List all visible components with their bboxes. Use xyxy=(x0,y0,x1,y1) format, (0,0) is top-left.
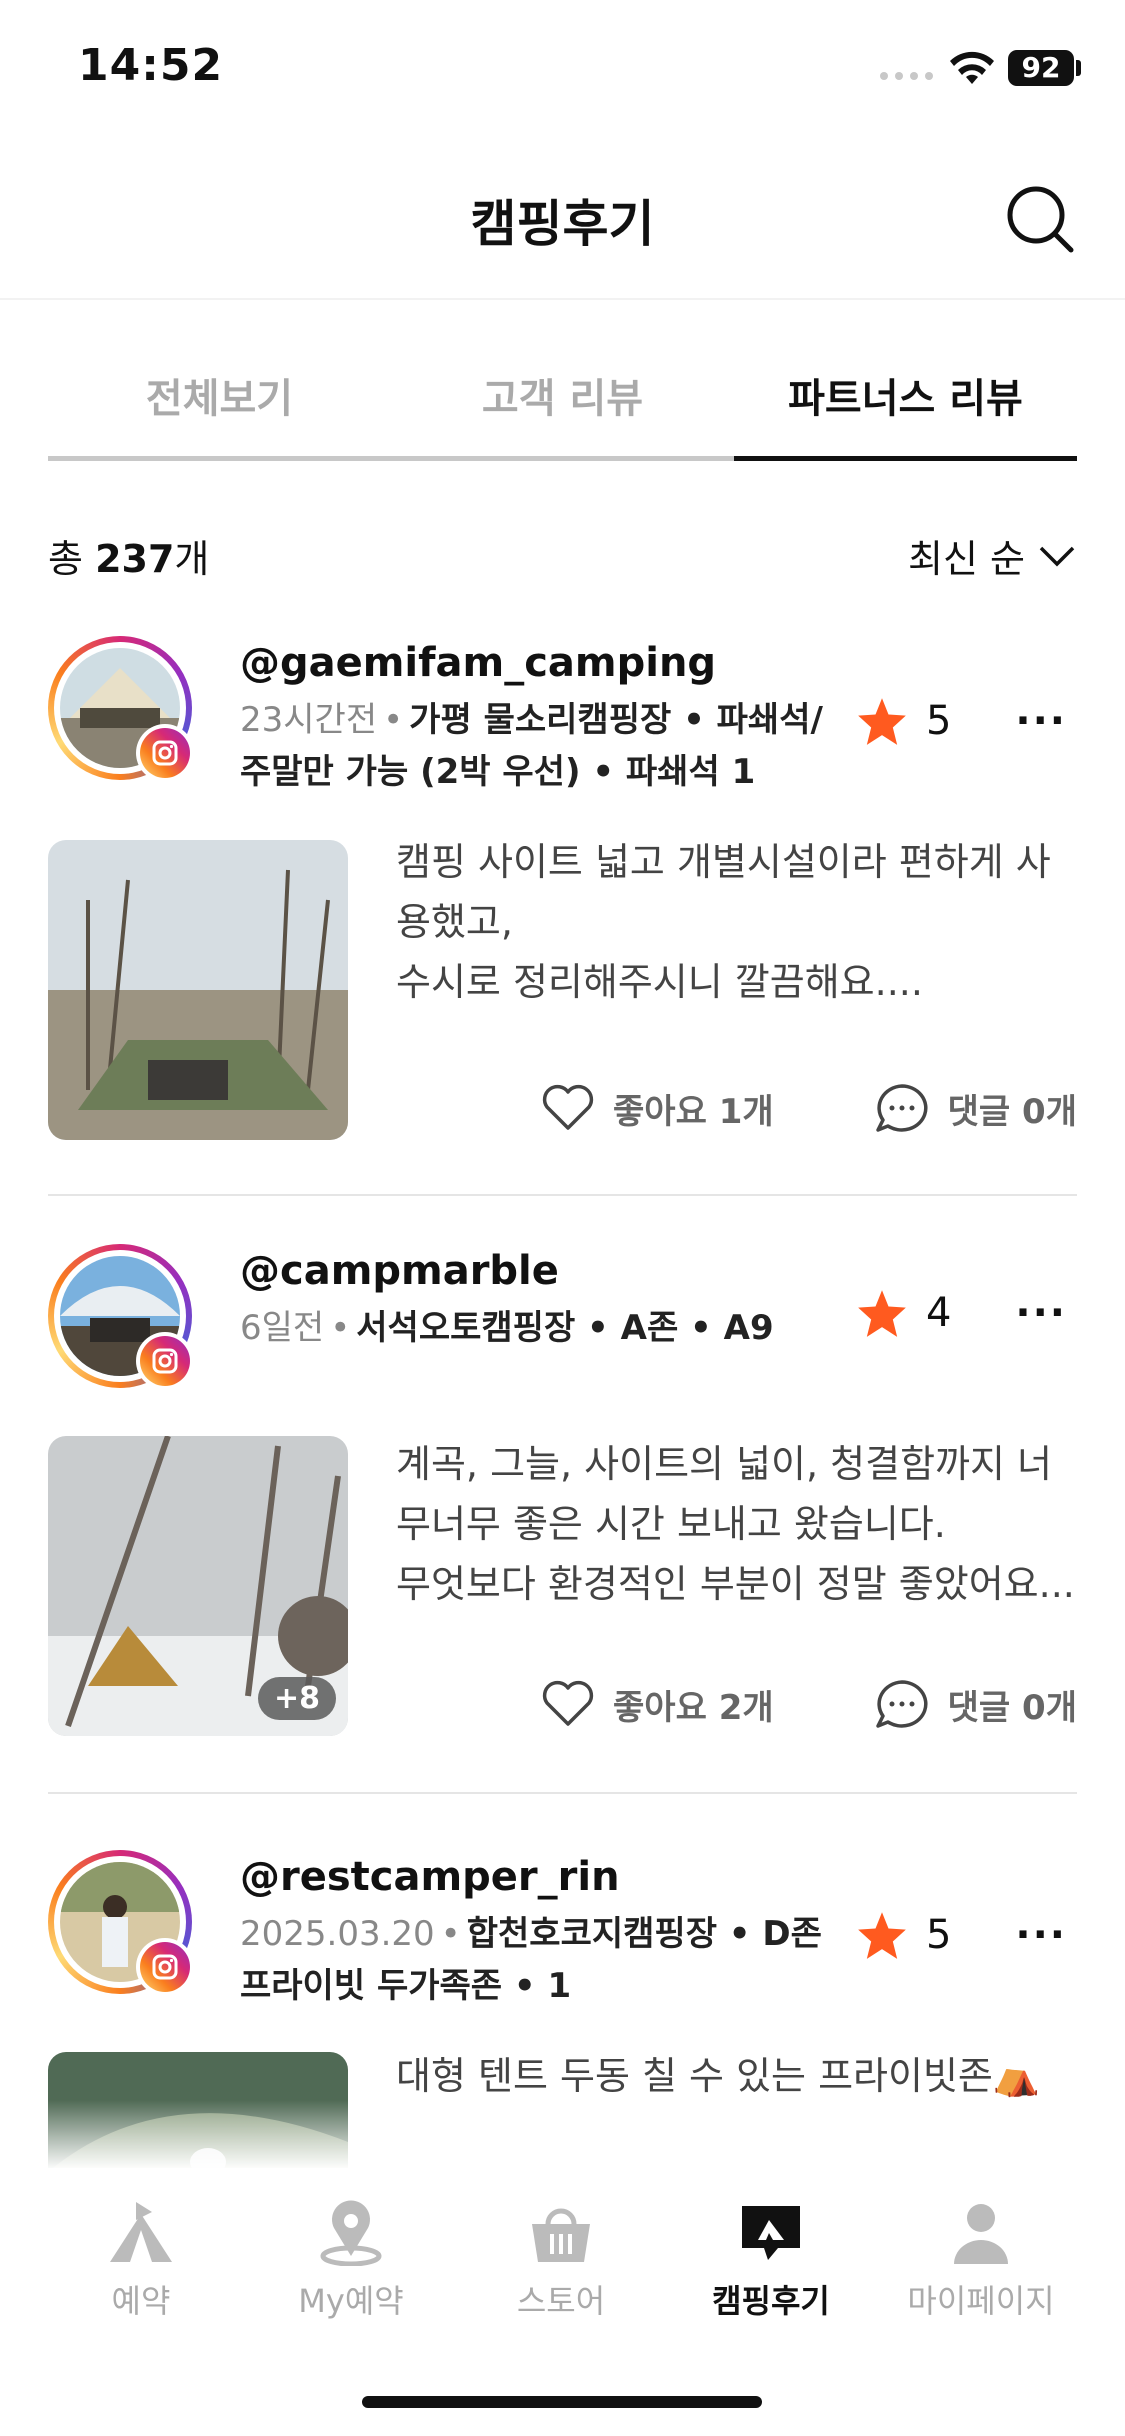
review-rating: 5 xyxy=(856,1910,951,1960)
review-meta: 6일전 • 서석오토캠핑장 • A존 • A9 xyxy=(240,1308,774,1348)
map-pin-icon xyxy=(320,2200,382,2266)
heart-icon xyxy=(542,1680,594,1726)
tab-all[interactable]: 전체보기 xyxy=(48,366,391,424)
tab-partner-reviews[interactable]: 파트너스 리뷰 xyxy=(734,366,1077,424)
heart-icon xyxy=(542,1084,594,1130)
header: 캠핑후기 xyxy=(0,140,1125,300)
comment-icon xyxy=(875,1680,928,1728)
star-icon xyxy=(858,1912,906,1959)
total-prefix: 총 xyxy=(48,537,83,581)
rating-value: 5 xyxy=(926,698,952,744)
nav-item-my-page[interactable]: 마이페이지 xyxy=(876,2200,1086,2322)
divider xyxy=(48,1194,1077,1196)
instagram-icon xyxy=(136,1938,194,1996)
total-suffix: 개 xyxy=(174,537,210,581)
divider xyxy=(48,1792,1077,1794)
like-button[interactable]: 좋아요 2개 xyxy=(541,1678,774,1730)
status-bar: 14:52 92 xyxy=(0,0,1125,140)
review-text[interactable]: 계곡, 그늘, 사이트의 넓이, 청결함까지 너무너무 좋은 시간 보내고 왔습… xyxy=(396,1434,1076,1614)
review-card[interactable]: @campmarble 6일전 • 서석오토캠핑장 • A존 • A9 4 ··· … xyxy=(48,1244,1077,1764)
review-actions: 좋아요 1개 댓글 0개 xyxy=(541,1082,1077,1134)
review-photo[interactable]: +8 xyxy=(48,1436,348,1736)
nav-label: 스토어 xyxy=(516,2282,606,2320)
nav-item-camping-reviews[interactable]: 캠핑후기 xyxy=(666,2200,876,2322)
nav-label: My예약 xyxy=(298,2282,404,2320)
comment-icon xyxy=(875,1084,928,1132)
total-count: 총 237개 xyxy=(48,528,209,583)
tab-underline xyxy=(48,456,734,461)
like-count: 좋아요 1개 xyxy=(613,1091,774,1132)
review-rating: 4 xyxy=(856,1288,951,1338)
review-username[interactable]: @gaemifam_camping xyxy=(240,640,716,686)
review-text[interactable]: 대형 텐트 두동 칠 수 있는 프라이빗존⛺ xyxy=(396,2046,1076,2106)
review-photo[interactable] xyxy=(48,840,348,1140)
rating-value: 5 xyxy=(926,1912,952,1958)
wifi-icon xyxy=(950,51,994,84)
cellular-signal-icon xyxy=(880,72,933,80)
instagram-icon xyxy=(136,724,194,782)
review-tabs: 전체보기 고객 리뷰 파트너스 리뷰 xyxy=(48,340,1077,462)
nav-item-reservation[interactable]: 예약 xyxy=(36,2200,246,2322)
tab-active-indicator xyxy=(734,456,1077,461)
battery-icon: 92 xyxy=(1008,50,1074,86)
sort-label: 최신 순 xyxy=(908,537,1025,581)
more-options-icon[interactable]: ··· xyxy=(1015,1912,1067,1958)
review-time: 6일전 xyxy=(240,1308,325,1348)
more-options-icon[interactable]: ··· xyxy=(1015,698,1067,744)
tent-icon xyxy=(110,2202,172,2262)
review-meta: 23시간전 • 가평 물소리캠핑장 • 파쇄석/ 주말만 가능 (2박 우선) • … xyxy=(240,700,823,792)
tab-customer-reviews[interactable]: 고객 리뷰 xyxy=(391,366,734,424)
review-bubble-icon xyxy=(742,2206,800,2260)
search-icon[interactable] xyxy=(1005,184,1075,254)
shopping-basket-icon xyxy=(532,2208,590,2262)
more-options-icon[interactable]: ··· xyxy=(1015,1290,1067,1336)
review-username[interactable]: @campmarble xyxy=(240,1248,559,1294)
nav-item-my-reservation[interactable]: My예약 xyxy=(246,2200,456,2322)
rating-value: 4 xyxy=(926,1290,952,1336)
nav-item-store[interactable]: 스토어 xyxy=(456,2200,666,2322)
photo-count-badge: +8 xyxy=(257,1677,336,1720)
nav-label: 마이페이지 xyxy=(907,2282,1055,2320)
nav-label: 예약 xyxy=(111,2282,171,2320)
campsite-photo xyxy=(48,840,348,1140)
comment-count: 댓글 0개 xyxy=(947,1091,1077,1132)
home-indicator xyxy=(362,2396,762,2408)
status-time: 14:52 xyxy=(78,40,224,91)
instagram-icon xyxy=(136,1332,194,1390)
like-count: 좋아요 2개 xyxy=(613,1687,774,1728)
comment-count: 댓글 0개 xyxy=(947,1687,1077,1728)
nav-label: 캠핑후기 xyxy=(712,2282,830,2320)
like-button[interactable]: 좋아요 1개 xyxy=(541,1082,774,1134)
scroll-fade xyxy=(0,2100,1125,2170)
star-icon xyxy=(858,698,906,745)
review-time: 23시간전 xyxy=(240,700,378,740)
review-location: 서석오토캠핑장 • A존 • A9 xyxy=(356,1308,774,1348)
person-icon xyxy=(954,2204,1008,2264)
review-card[interactable]: @gaemifam_camping 23시간전 • 가평 물소리캠핑장 • 파쇄석/… xyxy=(48,636,1077,1156)
star-icon xyxy=(858,1290,906,1337)
sort-dropdown[interactable]: 최신 순 xyxy=(908,528,1075,583)
battery-tip xyxy=(1076,60,1081,76)
comment-button[interactable]: 댓글 0개 xyxy=(874,1678,1077,1730)
review-text[interactable]: 캠핑 사이트 넓고 개별시설이라 편하게 사용했고, 수시로 정리해주시니 깔끔… xyxy=(396,832,1076,1012)
total-number: 237 xyxy=(95,537,175,581)
review-actions: 좋아요 2개 댓글 0개 xyxy=(541,1678,1077,1730)
page-title: 캠핑후기 xyxy=(470,195,655,253)
review-username[interactable]: @restcamper_rin xyxy=(240,1854,620,1900)
review-meta: 2025.03.20 • 합천호코지캠핑장 • D존 프라이빗 두가족존 • 1 xyxy=(240,1914,822,2006)
chevron-down-icon xyxy=(1039,546,1075,566)
review-rating: 5 xyxy=(856,696,951,746)
review-time: 2025.03.20 xyxy=(240,1914,435,1954)
comment-button[interactable]: 댓글 0개 xyxy=(874,1082,1077,1134)
